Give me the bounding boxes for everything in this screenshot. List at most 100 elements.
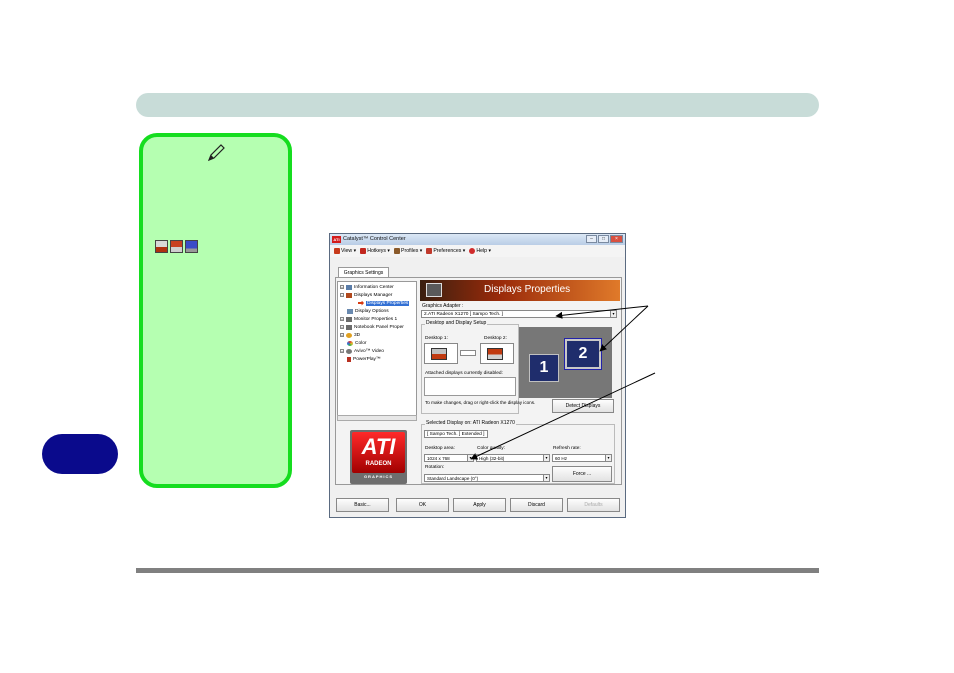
header-bar <box>136 93 819 117</box>
desktop1-label: Desktop 1: <box>425 336 448 341</box>
tree-item-label: Displays Manager <box>354 292 393 298</box>
discard-button[interactable]: Discard <box>510 498 563 512</box>
logo-graphics: GRAPHICS <box>363 474 394 479</box>
setup-hint: To make changes, drag or right-click the… <box>425 400 536 405</box>
tree-item-information-center[interactable]: + Information Center <box>340 283 394 291</box>
notebook-panel-icon <box>346 324 352 330</box>
catalyst-window: ATI Catalyst™ Control Center – □ × View … <box>329 233 626 518</box>
tree-item-displays-manager[interactable]: – Displays Manager <box>340 291 392 299</box>
tree-item-color[interactable]: Color <box>347 339 366 347</box>
expand-icon[interactable]: + <box>340 333 344 337</box>
ok-button[interactable]: OK <box>396 498 449 512</box>
expand-icon[interactable]: + <box>340 349 344 353</box>
desktop-setup-label: Desktop and Display Setup <box>425 320 488 326</box>
display-2-tile[interactable]: 2 <box>564 338 602 370</box>
basic-button[interactable]: Basic... <box>336 498 389 512</box>
menu-label: View ▾ <box>341 248 357 254</box>
rotation-label: Rotation: <box>425 465 445 470</box>
title-bar[interactable]: ATI Catalyst™ Control Center – □ × <box>330 234 625 245</box>
tree-item-display-options[interactable]: Display Options <box>347 307 389 315</box>
rotation-select[interactable]: Standard Landscape (0°) ▾ <box>424 474 550 482</box>
tree-item-label: 3D <box>354 332 361 338</box>
chapter-tab <box>42 434 118 474</box>
defaults-button[interactable]: Defaults <box>567 498 620 512</box>
navigation-tree: + Information Center – Displays Manager Di… <box>337 281 417 421</box>
collapse-icon[interactable]: – <box>340 293 344 297</box>
selected-display-label: Selected Display on: ATI Radeon X1270 <box>425 420 516 426</box>
expand-icon[interactable]: + <box>340 325 344 329</box>
menu-label: Help ▾ <box>476 248 492 254</box>
menu-profiles[interactable]: Profiles ▾ <box>394 248 422 254</box>
desktop-area-select[interactable]: 1024 x 768 ▾ <box>424 454 474 462</box>
chevron-down-icon[interactable]: ▾ <box>610 311 616 317</box>
desktop2-slot[interactable] <box>480 343 514 364</box>
expand-icon[interactable]: + <box>340 317 344 321</box>
adapter-label: Graphics Adapter : <box>422 303 464 309</box>
page-banner: Displays Properties <box>420 280 620 301</box>
information-center-icon <box>346 284 352 290</box>
tree-item-powerplay[interactable]: PowerPlay™ <box>347 355 381 363</box>
close-button[interactable]: × <box>610 235 623 243</box>
tree-item-label: PowerPlay™ <box>353 356 381 362</box>
tree-item-notebook-panel[interactable]: + Notebook Panel Proper <box>340 323 404 331</box>
tree-item-avivo-video[interactable]: + Avivo™ Video <box>340 347 384 355</box>
color-icon <box>347 340 353 346</box>
menu-bar: View ▾ Hotkeys ▾ Profiles ▾ Preferences … <box>330 245 625 257</box>
extend-link-icon <box>460 350 476 356</box>
tree-item-label: Notebook Panel Proper <box>354 324 404 330</box>
chevron-down-icon[interactable]: ▾ <box>543 455 549 461</box>
refresh-rate-label: Refresh rate: <box>553 446 581 451</box>
preferences-icon <box>426 248 433 254</box>
tree-item-3d[interactable]: +3D <box>340 331 360 339</box>
display-mode-icons <box>155 240 200 254</box>
monitor-icon <box>431 348 447 360</box>
tree-item-label: Information Center <box>354 284 394 290</box>
displays-properties-icon <box>426 283 442 297</box>
desktop1-slot[interactable] <box>424 343 458 364</box>
expand-icon[interactable]: + <box>340 285 344 289</box>
help-icon <box>469 248 476 254</box>
refresh-rate-select[interactable]: 60 Hz ▾ <box>552 454 612 462</box>
color-quality-value: High (32-bit) <box>479 456 505 461</box>
tree-item-label: Color <box>355 340 367 346</box>
displays-manager-icon <box>346 292 352 298</box>
desktop-area-label: Desktop area: <box>425 446 455 451</box>
video-icon <box>346 348 352 354</box>
minimize-button[interactable]: – <box>586 235 597 243</box>
pencil-icon <box>207 144 225 162</box>
maximize-button[interactable]: □ <box>598 235 609 243</box>
menu-help[interactable]: Help ▾ <box>469 248 491 254</box>
menu-hotkeys[interactable]: Hotkeys ▾ <box>360 248 390 254</box>
tree-horizontal-scrollbar[interactable] <box>337 415 417 421</box>
adapter-select[interactable]: 2.ATI Radeon X1270 [ Sampo Tech. ] ▾ <box>421 310 617 318</box>
tree-item-label: Monitor Properties 1 <box>354 316 398 322</box>
single-display-icon <box>155 240 168 253</box>
chevron-down-icon[interactable]: ▾ <box>605 455 611 461</box>
3d-icon <box>346 332 352 338</box>
ati-app-icon: ATI <box>332 236 341 243</box>
menu-view[interactable]: View ▾ <box>334 248 356 254</box>
battery-icon <box>347 356 351 362</box>
clone-display-icon <box>170 240 183 253</box>
menu-label: Preferences ▾ <box>433 248 466 254</box>
monitor-icon <box>346 316 352 322</box>
selected-display-tab[interactable]: [ Sampo Tech. ] Extended ] <box>424 430 488 438</box>
chevron-down-icon[interactable]: ▾ <box>467 455 473 461</box>
apply-button[interactable]: Apply <box>453 498 506 512</box>
page-title: Displays Properties <box>484 284 571 295</box>
chevron-down-icon[interactable]: ▾ <box>543 475 549 481</box>
menu-preferences[interactable]: Preferences ▾ <box>426 248 465 254</box>
logo-brand: ATI <box>361 434 396 459</box>
color-quality-label: Color quality: <box>477 446 505 451</box>
rotation-value: Standard Landscape (0°) <box>427 476 479 481</box>
note-box <box>139 133 292 488</box>
color-quality-select[interactable]: High (32-bit) ▾ <box>476 454 550 462</box>
tree-item-displays-properties[interactable]: Displays Properties <box>358 299 410 307</box>
detect-displays-button[interactable]: Detect Displays <box>552 399 614 413</box>
disabled-displays-list[interactable] <box>424 377 516 396</box>
display-1-tile[interactable]: 1 <box>529 354 559 382</box>
tree-item-monitor-properties[interactable]: + Monitor Properties 1 <box>340 315 397 323</box>
arrow-right-icon <box>358 300 364 306</box>
force-button[interactable]: Force ... <box>552 466 612 482</box>
display-arrangement-canvas: 1 2 <box>519 327 612 398</box>
